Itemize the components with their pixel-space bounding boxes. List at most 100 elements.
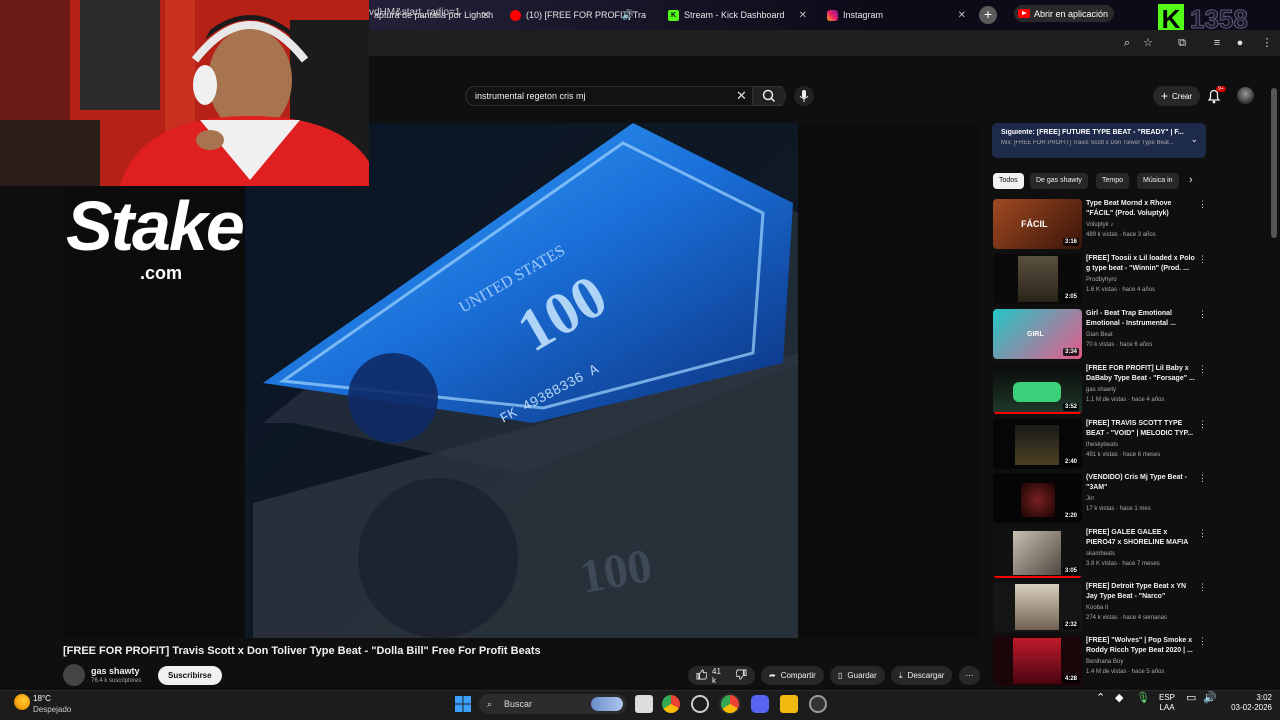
weather-icon[interactable]	[14, 694, 30, 710]
windows-start-icon[interactable]	[454, 695, 472, 713]
more-icon: ⋯	[965, 671, 974, 680]
tab-youtube[interactable]: (10) [FREE FOR PROFIT] Tra 🔊	[502, 4, 652, 26]
up-next-card[interactable]: Siguiente: [FREE] FUTURE TYPE BEAT - "RE…	[992, 123, 1206, 158]
close-icon[interactable]: ✕	[799, 10, 807, 21]
chip-channel[interactable]: De gas shawty	[1030, 173, 1088, 189]
search-highlight-icon	[591, 697, 623, 711]
recommendation-item[interactable]: 2:05 [FREE] Toosii x Lil loaded x Polo g…	[993, 254, 1208, 306]
page-scrollbar[interactable]	[1271, 88, 1277, 238]
temperature[interactable]: 18°C	[33, 694, 51, 703]
chrome-icon[interactable]	[662, 695, 680, 713]
download-button[interactable]: ⤓ Descargar	[891, 666, 953, 685]
more-icon[interactable]: ⋮	[1198, 309, 1207, 320]
playlist-icon[interactable]: ≡	[1208, 34, 1226, 52]
watched-progress	[993, 576, 1082, 578]
weather-condition[interactable]: Despejado	[33, 705, 71, 714]
language-indicator[interactable]: ESP LAA	[1159, 693, 1175, 713]
more-icon[interactable]: ⋮	[1198, 636, 1207, 647]
media-player-icon[interactable]	[809, 695, 827, 713]
chip-tempo[interactable]: Tempo	[1096, 173, 1130, 189]
search-icon	[762, 89, 776, 103]
chevron-up-icon[interactable]: ⌃	[1096, 693, 1105, 704]
chevron-down-icon[interactable]: ⌄	[1190, 134, 1198, 145]
dislike-button[interactable]	[735, 669, 747, 682]
video-thumbnail[interactable]: 3:52	[993, 364, 1082, 414]
video-thumbnail[interactable]: FÁCIL 3:16	[993, 199, 1082, 249]
video-thumbnail[interactable]: 4:28	[993, 636, 1082, 686]
share-button[interactable]: ➦ Compartir	[761, 666, 824, 685]
recommendation-item[interactable]: GIRL 3:34 Girl - Beat Trap Emotional Emo…	[993, 309, 1208, 361]
like-button[interactable]	[696, 669, 708, 682]
open-in-app-label: Abrir en aplicación	[1034, 8, 1109, 19]
duration-badge: 3:16	[1062, 238, 1079, 246]
zoom-icon[interactable]: ⌕	[1118, 34, 1136, 52]
extensions-icon[interactable]: ⧉	[1173, 34, 1191, 52]
more-icon[interactable]: ⋮	[1198, 528, 1207, 539]
tab-kick-dashboard[interactable]: K Stream - Kick Dashboard ✕	[660, 4, 815, 26]
thumbnail-image	[1013, 382, 1061, 402]
subscribe-button[interactable]: Suscribirse	[158, 666, 222, 685]
volume-icon[interactable]: 🔊	[1203, 693, 1217, 704]
more-icon[interactable]: ⋮	[1198, 199, 1207, 210]
more-icon[interactable]: ⋮	[1198, 254, 1207, 265]
chevron-right-icon[interactable]: ›	[1189, 174, 1193, 186]
video-thumbnail[interactable]: 2:40	[993, 419, 1082, 469]
close-icon[interactable]: ✕	[958, 10, 966, 21]
recommendation-meta: 1.6 K vistas · hace 4 años	[1086, 287, 1156, 293]
url-text[interactable]: vdHM&start_radio=1	[369, 7, 460, 18]
thumbnail-image	[1013, 531, 1061, 575]
file-explorer-icon[interactable]	[780, 695, 798, 713]
recommendation-channel: gas shawty	[1086, 387, 1117, 393]
video-thumbnail[interactable]: 2:05	[993, 254, 1082, 304]
video-thumbnail[interactable]: GIRL 3:34	[993, 309, 1082, 359]
save-button[interactable]: ▯ Guardar	[830, 666, 885, 685]
recommendation-item[interactable]: 2:32 [FREE] Detroit Type Beat x YN Jay T…	[993, 582, 1208, 634]
thumbs-down-icon	[735, 669, 747, 680]
video-thumbnail[interactable]: 2:32	[993, 582, 1082, 632]
video-thumbnail[interactable]: 2:20	[993, 473, 1082, 523]
recommendation-title: [FREE FOR PROFIT] Lil Baby x DaBaby Type…	[1086, 365, 1195, 382]
discord-icon[interactable]	[751, 695, 769, 713]
profile-icon[interactable]: ●	[1231, 34, 1249, 52]
recommendation-item[interactable]: 2:20 (VENDIDO) Cris Mj Type Beat - "3AM"…	[993, 473, 1208, 525]
chip-all[interactable]: Todos	[993, 173, 1024, 189]
open-in-app-button[interactable]: Abrir en aplicación	[1014, 5, 1115, 22]
recommendation-item[interactable]: 2:40 [FREE] TRAVIS SCOTT TYPE BEAT - "VO…	[993, 419, 1208, 471]
search-button[interactable]	[752, 86, 786, 106]
more-icon[interactable]: ⋮	[1258, 34, 1276, 52]
language-code: ESP	[1159, 693, 1176, 702]
star-icon[interactable]: ☆	[1139, 34, 1157, 52]
recommendation-title: [FREE] Toosii x Lil loaded x Polo g type…	[1086, 255, 1195, 272]
recommendation-item[interactable]: FÁCIL 3:16 Type Beat Mornd x Rhove "FÁCI…	[993, 199, 1208, 251]
chip-music[interactable]: Música in	[1137, 173, 1179, 189]
account-avatar[interactable]	[1237, 87, 1254, 104]
more-icon[interactable]: ⋮	[1198, 364, 1207, 375]
channel-name[interactable]: gas shawty	[91, 666, 140, 676]
youtube-icon	[510, 9, 521, 21]
create-button[interactable]: + Crear	[1153, 86, 1201, 106]
voice-search-button[interactable]	[794, 86, 814, 106]
duration-badge: 2:05	[1062, 293, 1079, 301]
speaker-icon[interactable]: 🔊	[622, 10, 634, 21]
clock[interactable]: 3:02 03-02-2026	[1222, 693, 1272, 713]
more-icon[interactable]: ⋮	[1198, 419, 1207, 430]
tray-app-icon[interactable]: ◆	[1115, 693, 1123, 704]
task-view-icon[interactable]	[635, 695, 653, 713]
recommendation-item[interactable]: 3:52 [FREE FOR PROFIT] Lil Baby x DaBaby…	[993, 364, 1208, 416]
more-actions-button[interactable]: ⋯	[959, 666, 980, 685]
close-icon[interactable]: ✕	[482, 10, 490, 21]
recommendation-item[interactable]: 4:28 [FREE] "Wolves" | Pop Smoke x Roddy…	[993, 636, 1208, 688]
network-icon[interactable]: ▭	[1186, 693, 1196, 704]
tab-instagram[interactable]: Instagram ✕	[819, 4, 974, 26]
taskbar-search[interactable]: ⌕ Buscar	[479, 694, 627, 714]
video-thumbnail[interactable]: 3:05	[993, 528, 1082, 578]
recommendation-item[interactable]: 3:05 [FREE] GALEE GALEE x PIERO47 x SHOR…	[993, 528, 1208, 580]
obs-icon[interactable]	[691, 695, 709, 713]
mic-tray-icon[interactable]: 🎙	[1136, 693, 1150, 704]
new-tab-button[interactable]: +	[979, 6, 997, 24]
more-icon[interactable]: ⋮	[1198, 473, 1207, 484]
channel-avatar[interactable]	[63, 664, 85, 686]
chrome-active-icon[interactable]	[721, 695, 739, 713]
more-icon[interactable]: ⋮	[1198, 582, 1207, 593]
clear-search-icon[interactable]: ✕	[736, 88, 747, 104]
